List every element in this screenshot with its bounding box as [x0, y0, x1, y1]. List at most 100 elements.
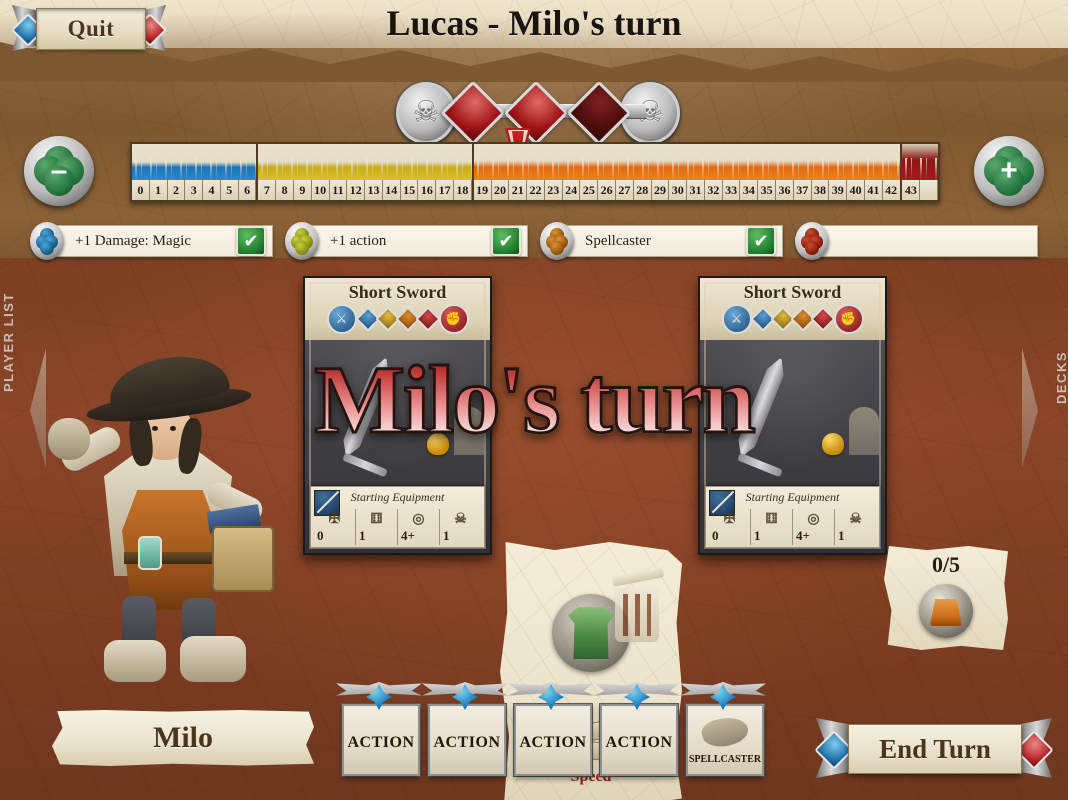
round-cell-8[interactable]: 8 [276, 180, 294, 200]
ability-slot-1: +1 Damage: Magic ✔ [30, 222, 273, 260]
round-cell-10[interactable]: 10 [311, 180, 330, 200]
decrease-round-button[interactable]: – [24, 136, 94, 206]
ability-check-icon-2[interactable]: ✔ [491, 226, 521, 256]
card-stat-value-right-1: 0 [712, 528, 719, 543]
round-cell-38[interactable]: 38 [811, 180, 830, 200]
red-clover-token[interactable] [795, 222, 829, 260]
player-nameplate[interactable]: Milo [52, 710, 314, 766]
round-cell-23[interactable]: 23 [544, 180, 563, 200]
round-track-segment-yellow: 7 8 9 10 11 12 13 14 15 16 17 18 [256, 144, 472, 200]
round-cell-0[interactable]: 0 [132, 180, 150, 200]
orange-clover-token[interactable] [540, 222, 574, 260]
round-cell-5[interactable]: 5 [220, 180, 239, 200]
round-cell-20[interactable]: 20 [491, 180, 510, 200]
round-track-cells: 43 [902, 180, 938, 200]
round-cell-17[interactable]: 17 [436, 180, 455, 200]
round-track-cells: 0123456 [132, 180, 257, 200]
ability-strip-2[interactable]: +1 action ✔ [311, 225, 528, 257]
ability-slot-4: ✔ [795, 222, 1038, 260]
card-stat-value-left-1: 0 [317, 528, 324, 543]
action-button-plate: ACTION [514, 704, 592, 776]
action-button-label: SPELLCASTER [688, 754, 762, 765]
round-cell-32[interactable]: 32 [704, 180, 723, 200]
round-cell-13[interactable]: 13 [365, 180, 383, 200]
ability-strip-4[interactable]: ✔ [821, 225, 1038, 257]
round-cell-27[interactable]: 27 [616, 180, 634, 200]
yellow-clover-token[interactable] [285, 222, 319, 260]
round-cell-21[interactable]: 21 [509, 180, 528, 200]
action-button-plate: SPELLCASTER [686, 704, 764, 776]
clover-shape [291, 228, 313, 255]
clover-shape [546, 228, 568, 255]
increase-round-button[interactable]: + [974, 136, 1044, 206]
round-cell-16[interactable]: 16 [418, 180, 437, 200]
ability-label-2: +1 action [330, 232, 387, 249]
action-button-4[interactable]: ACTION [594, 682, 680, 776]
range-icon: ✠ [723, 511, 736, 527]
round-cell-28[interactable]: 28 [633, 180, 652, 200]
round-track-segment-blue: 0123456 [132, 144, 257, 200]
round-cell-22[interactable]: 22 [527, 180, 545, 200]
round-cell-2[interactable]: 2 [167, 180, 186, 200]
round-cell-36[interactable]: 36 [776, 180, 794, 200]
card-footer-right: Starting Equipment ✠ 0 ⚅ 1 ◎ 4+ ☠ 1 [705, 486, 880, 548]
dice-icon: ⚅ [765, 511, 778, 527]
card-stat-left-4: ☠ 1 [440, 509, 481, 545]
round-cell-29[interactable]: 29 [651, 180, 670, 200]
card-stat-right-2: ⚅ 1 [751, 509, 793, 545]
action-button-2[interactable]: ACTION [422, 682, 508, 776]
round-cell-15[interactable]: 15 [400, 180, 419, 200]
round-cell-40[interactable]: 40 [847, 180, 865, 200]
round-cell-24[interactable]: 24 [562, 180, 581, 200]
round-cell-7[interactable]: 7 [258, 180, 277, 200]
equipment-card-left[interactable]: Short Sword ⚔ ✊ Starting Equipment ✠ 0 ⚅… [303, 276, 492, 555]
round-cell-31[interactable]: 31 [687, 180, 705, 200]
spellcaster-button[interactable]: SPELLCASTER [680, 682, 766, 776]
round-cell-9[interactable]: 9 [294, 180, 312, 200]
round-cell-33[interactable]: 33 [722, 180, 741, 200]
deck-counter[interactable]: 0/5 [884, 546, 1008, 650]
ability-check-icon-3[interactable]: ✔ [746, 226, 776, 256]
round-cell-41[interactable]: 41 [864, 180, 883, 200]
round-cell-25[interactable]: 25 [580, 180, 599, 200]
action-button-label: ACTION [605, 734, 673, 751]
round-track-segment-orange: 19 20 21 22 23 24 25 26 27 28 29 30 31 32 33 34 35 36 37 38… [471, 144, 901, 200]
round-cell-26[interactable]: 26 [598, 180, 617, 200]
blue-clover-token[interactable] [30, 222, 64, 260]
round-cell-37[interactable]: 37 [793, 180, 812, 200]
card-footer-left: Starting Equipment ✠ 0 ⚅ 1 ◎ 4+ ☠ 1 [310, 486, 485, 548]
ability-bar: +1 Damage: Magic ✔ +1 action ✔ Spellcaster ✔ ✔ [30, 222, 1038, 260]
round-cell-1[interactable]: 1 [149, 180, 168, 200]
round-cell-11[interactable]: 11 [329, 180, 348, 200]
round-cell-30[interactable]: 30 [669, 180, 688, 200]
round-cell-18[interactable]: 18 [454, 180, 472, 200]
ability-check-icon-1[interactable]: ✔ [236, 226, 266, 256]
round-cell-12[interactable]: 12 [347, 180, 366, 200]
round-cell-19[interactable]: 19 [473, 180, 492, 200]
range-icon: ✠ [328, 511, 341, 527]
round-cell-34[interactable]: 34 [740, 180, 759, 200]
round-cell-6[interactable]: 6 [238, 180, 257, 200]
end-turn-button[interactable]: End Turn [814, 718, 1054, 778]
ability-label-1: +1 Damage: Magic [75, 232, 191, 249]
ability-strip-3[interactable]: Spellcaster ✔ [566, 225, 783, 257]
spell-sigil-icon [699, 712, 751, 752]
action-button-1[interactable]: ACTION [336, 682, 422, 776]
round-cell-14[interactable]: 14 [382, 180, 401, 200]
round-cell-4[interactable]: 4 [203, 180, 221, 200]
action-button-3[interactable]: ACTION [508, 682, 594, 776]
card-stat-left-2: ⚅ 1 [356, 509, 398, 545]
trash-icon[interactable] [611, 567, 665, 642]
round-cell-39[interactable]: 39 [829, 180, 848, 200]
flame-band-red [902, 144, 938, 184]
round-cell-empty[interactable] [920, 180, 938, 200]
round-cell-43[interactable]: 43 [902, 180, 921, 200]
card-stat-left-3: ◎ 4+ [398, 509, 440, 545]
end-turn-plate: End Turn [848, 724, 1022, 774]
ability-strip-1[interactable]: +1 Damage: Magic ✔ [56, 225, 273, 257]
equipment-card-right[interactable]: Short Sword ⚔ ✊ Starting Equipment ✠ 0 ⚅… [698, 276, 887, 555]
round-cell-3[interactable]: 3 [185, 180, 204, 200]
plus-icon: + [984, 146, 1034, 196]
round-cell-42[interactable]: 42 [882, 180, 901, 200]
round-cell-35[interactable]: 35 [758, 180, 777, 200]
